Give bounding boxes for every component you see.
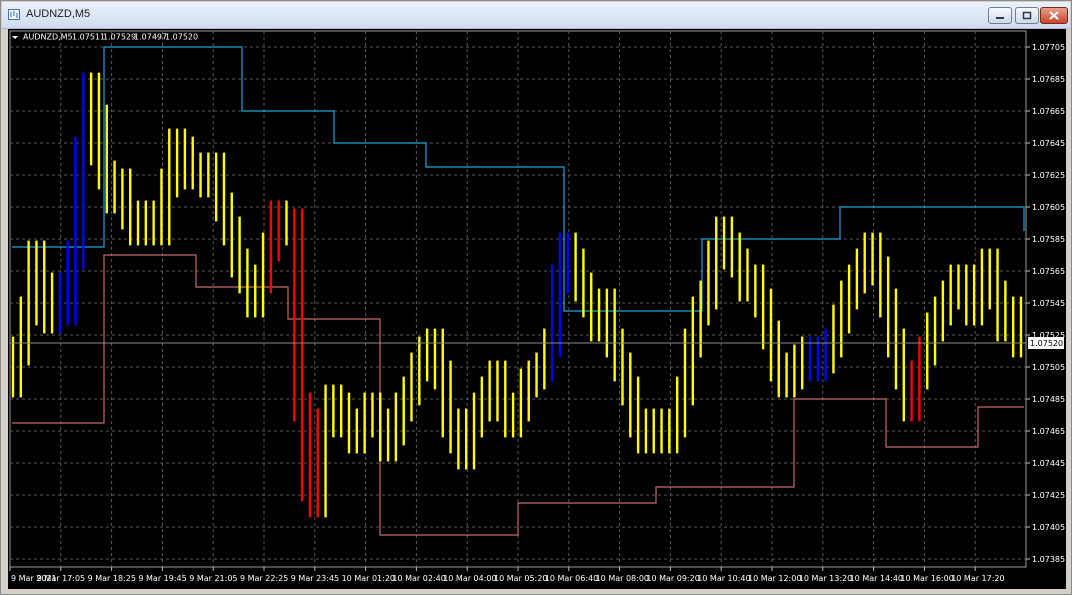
x-tick-label: 10 Mar 14:40 — [850, 574, 903, 583]
y-tick-label: 1.07585 — [1032, 235, 1065, 244]
y-tick-label: 1.07505 — [1032, 363, 1065, 372]
x-tick-label: 10 Mar 12:00 — [748, 574, 801, 583]
x-tick-label: 9 Mar 22:25 — [240, 574, 288, 583]
ohlc-close: 1.07520 — [165, 33, 198, 42]
x-tick-label: 9 Mar 19:45 — [138, 574, 186, 583]
x-tick-label: 10 Mar 16:00 — [900, 574, 953, 583]
y-tick-label: 1.07485 — [1032, 395, 1065, 404]
close-icon — [1049, 11, 1059, 20]
x-tick-label: 9 Mar 23:45 — [291, 574, 339, 583]
window-title: AUDNZD,M5 — [26, 8, 91, 20]
y-tick-label: 1.07625 — [1032, 171, 1065, 180]
y-tick-label: 1.07645 — [1032, 139, 1065, 148]
x-tick-label: 10 Mar 06:40 — [545, 574, 598, 583]
y-tick-label: 1.07405 — [1032, 523, 1065, 532]
x-tick-label: 10 Mar 17:20 — [951, 574, 1004, 583]
x-tick-label: 10 Mar 01:20 — [342, 574, 395, 583]
ohlc-high: 1.07529 — [103, 33, 136, 42]
y-tick-label: 1.07385 — [1032, 555, 1065, 564]
title-bar[interactable]: AUDNZD,M5 — [2, 2, 1070, 29]
y-tick-label: 1.07425 — [1032, 491, 1065, 500]
x-tick-label: 9 Mar 21:05 — [189, 574, 237, 583]
y-tick-label: 1.07685 — [1032, 75, 1065, 84]
ohlc-open: 1.07511 — [72, 33, 105, 42]
y-tick-label: 1.07545 — [1032, 299, 1065, 308]
time-axis: 9 Mar 20219 Mar 17:05 9 Mar 18:25 9 Mar 19… — [9, 567, 1005, 583]
x-tick-label: 10 Mar 09:20 — [646, 574, 699, 583]
y-tick-label: 1.07565 — [1032, 267, 1065, 276]
minimize-button[interactable] — [988, 7, 1012, 24]
minimize-icon — [996, 16, 1004, 19]
restore-button[interactable] — [1015, 7, 1039, 24]
y-tick-label: 1.07445 — [1032, 459, 1065, 468]
y-tick-label: 1.07665 — [1032, 107, 1065, 116]
chart-area[interactable]: 1.07705 1.07685 1.07665 1.07645 1.07625 1.076… — [8, 29, 1066, 589]
chart-info: AUDNZD,M5 1.07511 1.07529 1.07497 1.0752… — [12, 33, 198, 42]
x-tick-label: 10 Mar 02:40 — [392, 574, 445, 583]
y-tick-label: 1.07605 — [1032, 203, 1065, 212]
chart-window-icon — [8, 9, 20, 20]
chart-window: AUDNZD,M5 1.07705 1.07685 1.07665 1.07645 1.… — [0, 0, 1072, 595]
price-axis: 1.07705 1.07685 1.07665 1.07645 1.07625 1.076… — [1026, 43, 1065, 564]
x-tick-label: 10 Mar 13:20 — [799, 574, 852, 583]
symbol-label: AUDNZD,M5 — [23, 33, 73, 42]
grid — [9, 30, 1027, 568]
x-tick-label: 9 Mar 17:05 — [37, 574, 85, 583]
ohlc-low: 1.07497 — [134, 33, 167, 42]
y-tick-label: 1.07705 — [1032, 43, 1065, 52]
y-tick-label: 1.07465 — [1032, 427, 1065, 436]
x-tick-label: 10 Mar 04:00 — [443, 574, 496, 583]
current-price-label: 1.07520 — [1030, 339, 1063, 348]
x-tick-label: 9 Mar 18:25 — [88, 574, 136, 583]
x-tick-label: 10 Mar 05:20 — [494, 574, 547, 583]
dropdown-icon[interactable] — [12, 36, 18, 39]
price-chart[interactable]: 1.07705 1.07685 1.07665 1.07645 1.07625 1.076… — [8, 29, 1066, 589]
close-button[interactable] — [1040, 7, 1068, 24]
x-tick-label: 10 Mar 08:00 — [596, 574, 649, 583]
restore-icon — [1022, 11, 1032, 20]
x-tick-label: 10 Mar 10:40 — [697, 574, 750, 583]
